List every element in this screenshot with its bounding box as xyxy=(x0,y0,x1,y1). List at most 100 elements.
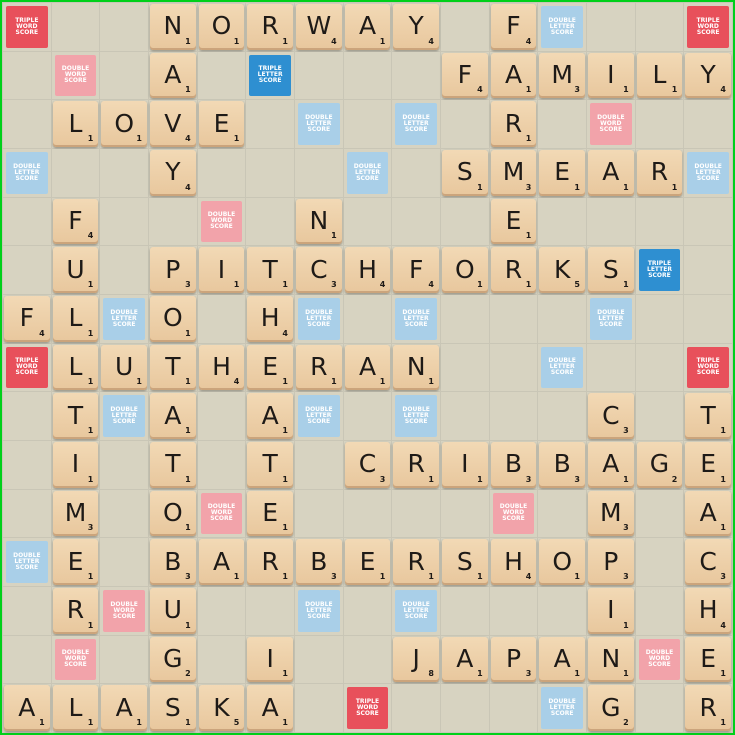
board-square[interactable]: H4 xyxy=(246,295,294,343)
board-square[interactable]: E1 xyxy=(246,489,294,538)
board-square[interactable] xyxy=(197,295,246,343)
board-square[interactable]: I1 xyxy=(246,635,294,684)
letter-tile[interactable]: H4 xyxy=(344,247,391,293)
board-square[interactable]: O1 xyxy=(100,100,148,148)
board-square[interactable] xyxy=(392,197,440,246)
board-square[interactable] xyxy=(197,635,246,684)
letter-tile[interactable]: E1 xyxy=(490,198,537,245)
board-square[interactable]: C3 xyxy=(343,441,392,489)
board-square[interactable]: R1 xyxy=(489,246,538,294)
letter-tile[interactable]: W4 xyxy=(296,4,342,50)
board-square[interactable]: B3 xyxy=(149,538,197,586)
board-square[interactable] xyxy=(441,197,489,246)
board-square[interactable] xyxy=(100,3,148,51)
board-square[interactable] xyxy=(51,3,100,51)
board-square[interactable]: S1 xyxy=(441,538,489,586)
board-square[interactable] xyxy=(100,489,148,538)
board-square[interactable] xyxy=(684,100,732,148)
board-square[interactable]: S1 xyxy=(149,684,197,732)
letter-tile[interactable]: R1 xyxy=(296,344,342,391)
letter-tile[interactable]: S1 xyxy=(442,539,488,585)
board-square[interactable]: DOUBLE LETTER SCORE xyxy=(392,392,440,440)
board-square[interactable]: DOUBLE LETTER SCORE xyxy=(538,3,586,51)
board-square[interactable] xyxy=(51,149,100,197)
board-square[interactable] xyxy=(100,635,148,684)
letter-tile[interactable]: E1 xyxy=(685,636,731,683)
board-square[interactable] xyxy=(489,587,538,635)
board-square[interactable] xyxy=(100,246,148,294)
letter-tile[interactable]: U1 xyxy=(150,588,196,634)
board-square[interactable] xyxy=(295,489,343,538)
letter-tile[interactable]: B3 xyxy=(296,539,342,585)
board-square[interactable]: O1 xyxy=(149,489,197,538)
board-square[interactable]: A1 xyxy=(246,392,294,440)
letter-tile[interactable]: I1 xyxy=(198,247,245,293)
board-square[interactable] xyxy=(392,684,440,732)
board-square[interactable]: R1 xyxy=(295,343,343,392)
letter-tile[interactable]: T1 xyxy=(150,344,196,391)
board-square[interactable] xyxy=(100,538,148,586)
letter-tile[interactable]: R1 xyxy=(247,539,293,585)
letter-tile[interactable]: I1 xyxy=(247,636,293,683)
board-square[interactable]: DOUBLE LETTER SCORE xyxy=(295,587,343,635)
board-square[interactable]: K5 xyxy=(197,684,246,732)
board-square[interactable]: DOUBLE WORD SCORE xyxy=(587,100,635,148)
board-square[interactable]: N1 xyxy=(149,3,197,51)
letter-tile[interactable]: R1 xyxy=(247,4,293,50)
letter-tile[interactable]: E1 xyxy=(539,150,585,196)
letter-tile[interactable]: F4 xyxy=(393,247,439,293)
board-square[interactable] xyxy=(635,3,684,51)
board-square[interactable] xyxy=(100,441,148,489)
board-square[interactable]: TRIPLE WORD SCORE xyxy=(343,684,392,732)
board-square[interactable]: L1 xyxy=(51,684,100,732)
board-square[interactable] xyxy=(246,587,294,635)
board-square[interactable] xyxy=(441,489,489,538)
board-square[interactable]: I1 xyxy=(197,246,246,294)
board-square[interactable] xyxy=(295,441,343,489)
board-square[interactable] xyxy=(343,587,392,635)
letter-tile[interactable]: L1 xyxy=(52,296,99,342)
letter-tile[interactable]: M3 xyxy=(588,490,634,537)
board-square[interactable]: I1 xyxy=(441,441,489,489)
board-square[interactable]: Y4 xyxy=(149,149,197,197)
board-square[interactable]: L1 xyxy=(635,51,684,100)
board-square[interactable]: R1 xyxy=(246,538,294,586)
board-square[interactable]: K5 xyxy=(538,246,586,294)
board-square[interactable] xyxy=(343,51,392,100)
board-square[interactable]: Y4 xyxy=(684,51,732,100)
board-square[interactable]: DOUBLE LETTER SCORE xyxy=(587,295,635,343)
board-square[interactable]: E1 xyxy=(684,441,732,489)
letter-tile[interactable]: N1 xyxy=(393,344,439,391)
board-square[interactable]: E1 xyxy=(51,538,100,586)
board-square[interactable]: F4 xyxy=(489,3,538,51)
board-square[interactable]: M3 xyxy=(587,489,635,538)
board-square[interactable]: O1 xyxy=(441,246,489,294)
letter-tile[interactable]: T1 xyxy=(247,442,293,488)
letter-tile[interactable]: N1 xyxy=(150,4,196,50)
letter-tile[interactable]: R1 xyxy=(393,442,439,488)
board-square[interactable]: TRIPLE LETTER SCORE xyxy=(246,51,294,100)
board-square[interactable] xyxy=(635,587,684,635)
board-square[interactable] xyxy=(197,587,246,635)
board-square[interactable]: T1 xyxy=(51,392,100,440)
board-square[interactable]: C3 xyxy=(684,538,732,586)
board-square[interactable] xyxy=(100,51,148,100)
board-square[interactable] xyxy=(343,635,392,684)
letter-tile[interactable]: A1 xyxy=(101,685,147,731)
board-square[interactable] xyxy=(197,392,246,440)
board-square[interactable]: TRIPLE WORD SCORE xyxy=(3,343,51,392)
letter-tile[interactable]: U1 xyxy=(101,344,147,391)
letter-tile[interactable]: A1 xyxy=(150,52,196,99)
board-square[interactable]: A1 xyxy=(587,441,635,489)
letter-tile[interactable]: I1 xyxy=(442,442,488,488)
board-square[interactable]: B3 xyxy=(538,441,586,489)
board-square[interactable] xyxy=(197,441,246,489)
board-square[interactable]: TRIPLE WORD SCORE xyxy=(3,3,51,51)
board-square[interactable]: B3 xyxy=(489,441,538,489)
board-square[interactable]: M3 xyxy=(489,149,538,197)
letter-tile[interactable]: H4 xyxy=(247,296,293,342)
board-square[interactable]: E1 xyxy=(489,197,538,246)
board-square[interactable] xyxy=(343,197,392,246)
board-square[interactable]: DOUBLE WORD SCORE xyxy=(51,51,100,100)
board-square[interactable] xyxy=(684,295,732,343)
